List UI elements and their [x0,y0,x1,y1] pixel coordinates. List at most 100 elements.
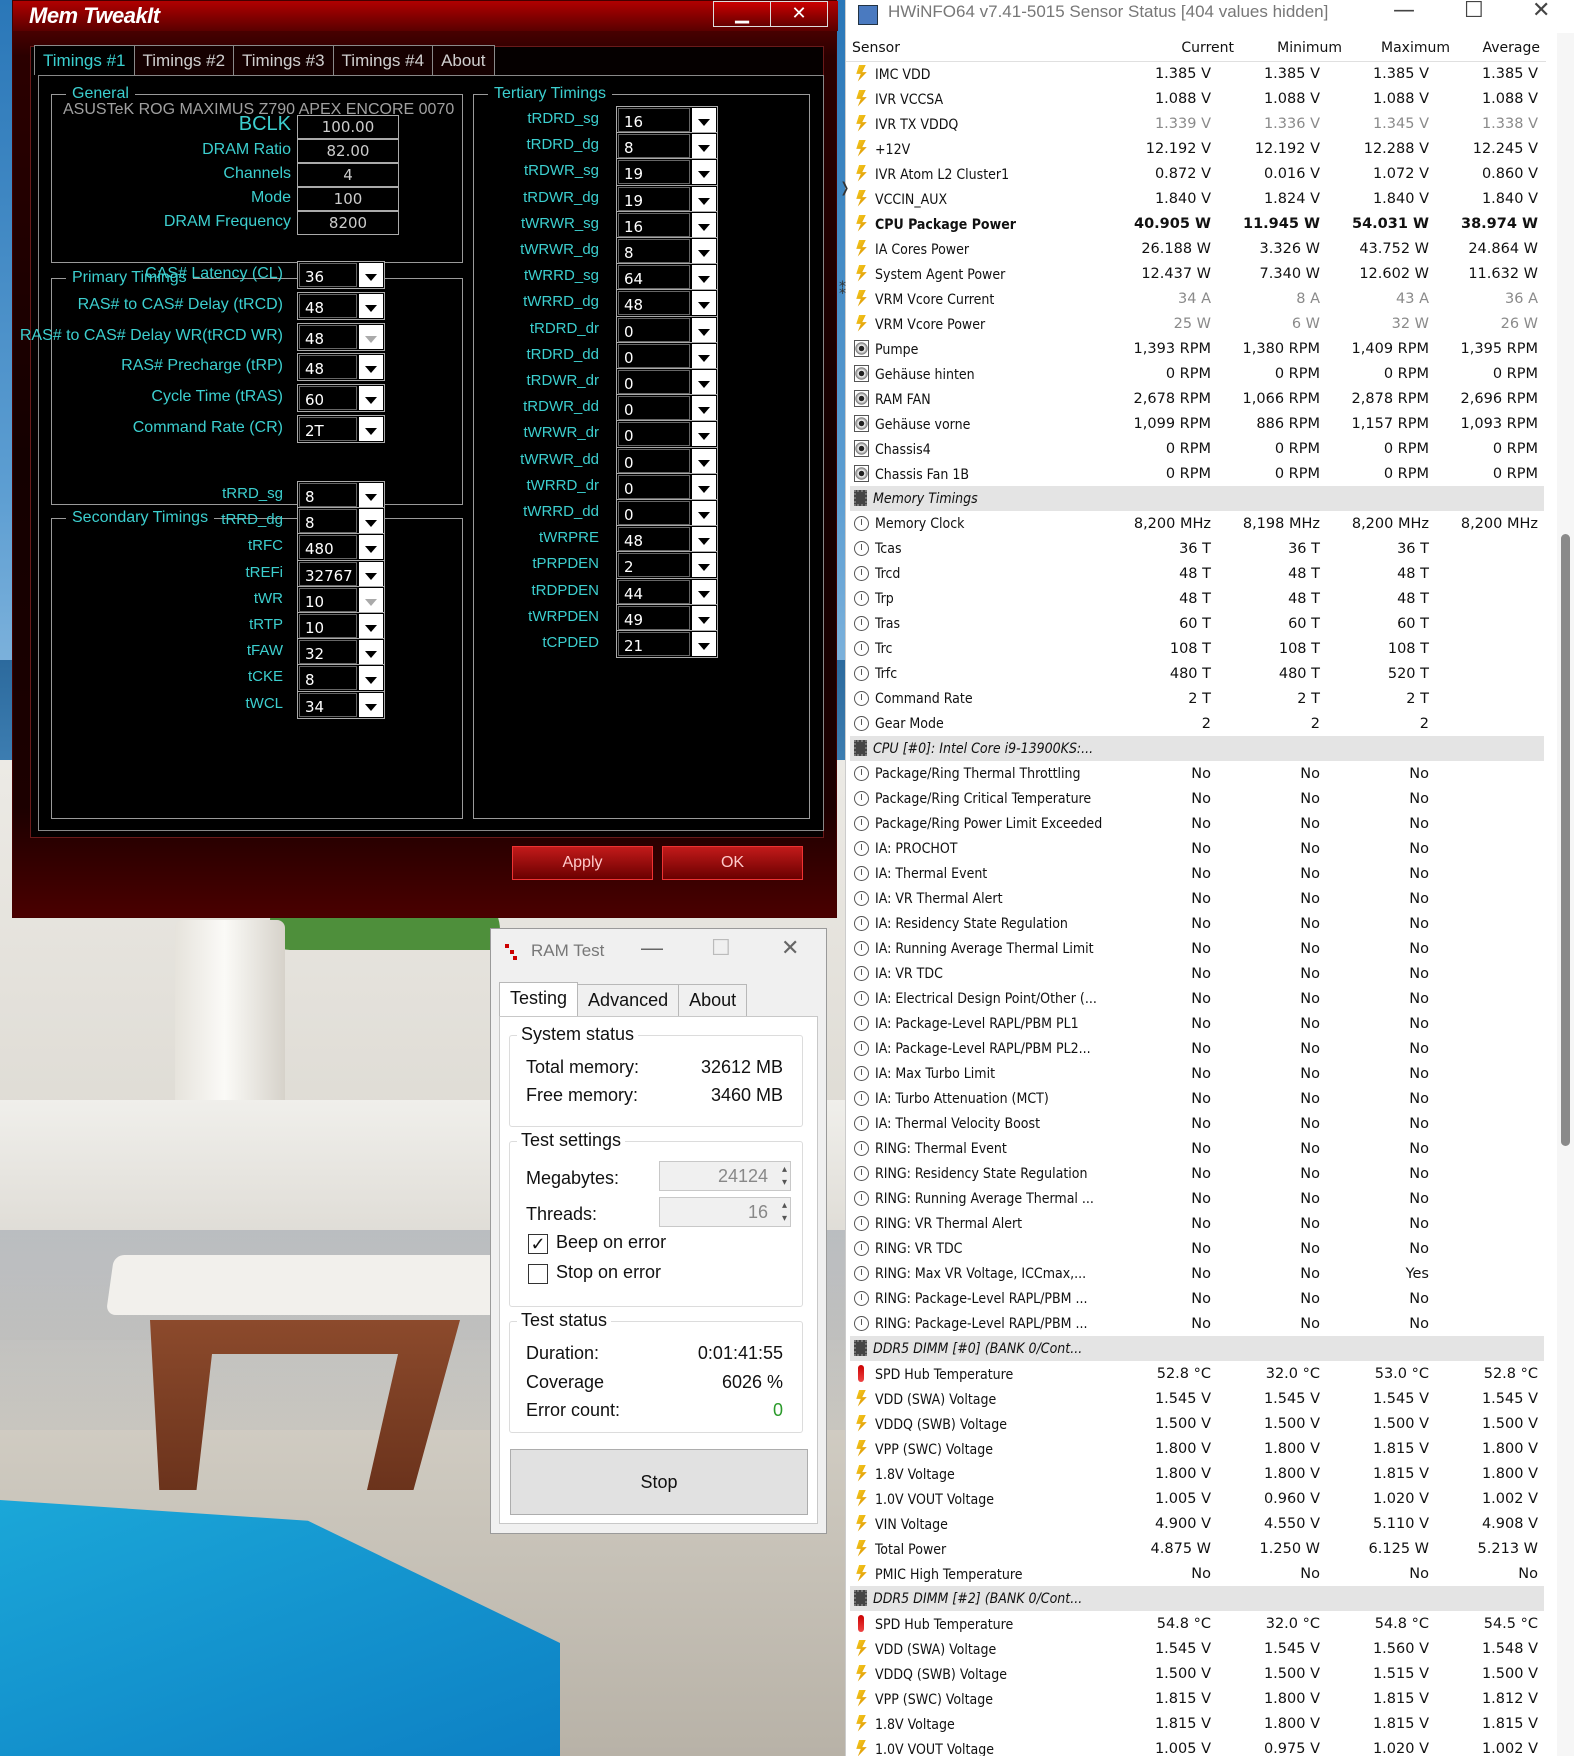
chevron-down-icon[interactable] [692,553,716,578]
chevron-down-icon[interactable] [692,370,716,394]
sensor-row[interactable]: CPU Package Power 40.905 W 11.945 W 54.031 … [850,211,1544,236]
chevron-down-icon[interactable] [692,108,716,132]
sensor-group-row[interactable]: Memory Timings [850,486,1544,511]
sensor-row[interactable]: VDDQ (SWB) Voltage 1.500 V 1.500 V 1.500 V 1… [850,1411,1544,1436]
col-current[interactable]: Current [1134,40,1234,56]
primary-timing-select[interactable]: 48 [297,353,385,382]
chevron-down-icon[interactable] [359,509,383,534]
chevron-down-icon[interactable] [359,324,383,349]
sensor-row[interactable]: +12V 12.192 V 12.192 V 12.288 V 12.245 V [850,136,1544,161]
sensor-row[interactable]: Pumpe 1,393 RPM 1,380 RPM 1,409 RPM 1,395 RP… [850,336,1544,361]
sensor-row[interactable]: VDD (SWA) Voltage 1.545 V 1.545 V 1.545 V 1.… [850,1386,1544,1411]
ok-button[interactable]: OK [662,846,803,880]
col-minimum[interactable]: Minimum [1242,40,1342,56]
sensor-row[interactable]: Tcas 36 T 36 T 36 T [850,536,1544,561]
close-button[interactable]: ✕ [781,935,799,961]
chevron-down-icon[interactable] [692,448,716,473]
chevron-down-icon[interactable] [359,417,383,441]
sensor-row[interactable]: RING: VR TDC No No No [850,1236,1544,1261]
sensor-row[interactable]: IA: Thermal Velocity Boost No No No [850,1111,1544,1136]
chevron-down-icon[interactable] [692,396,716,421]
tertiary-timing-select[interactable]: 0 [616,472,718,501]
sensor-row[interactable]: Gehäuse vorne 1,099 RPM 886 RPM 1,157 RPM 1,… [850,411,1544,436]
primary-timing-select[interactable]: 60 [297,384,385,413]
tertiary-timing-select[interactable]: 0 [616,394,718,423]
close-button[interactable]: ✕ [1532,0,1550,23]
sensor-row[interactable]: IA: Max Turbo Limit No No No [850,1061,1544,1086]
sensor-row[interactable]: RING: VR Thermal Alert No No No [850,1211,1544,1236]
sensor-row[interactable]: VPP (SWC) Voltage 1.815 V 1.800 V 1.815 V 1.… [850,1686,1544,1711]
chevron-down-icon[interactable] [359,666,383,691]
sensor-row[interactable]: RING: Package-Level RAPL/PBM ... No No No [850,1286,1544,1311]
tertiary-timing-select[interactable]: 0 [616,499,718,527]
stop-on-error-checkbox[interactable] [528,1264,548,1284]
minimize-button[interactable]: — [641,935,663,961]
chevron-down-icon[interactable] [692,527,716,552]
apply-button[interactable]: Apply [512,846,653,880]
sensor-row[interactable]: Chassis Fan 1B 0 RPM 0 RPM 0 RPM 0 RPM [850,461,1544,486]
sensor-row[interactable]: RING: Thermal Event No No No [850,1136,1544,1161]
beep-on-error-checkbox[interactable]: ✓ [528,1234,548,1254]
chevron-down-icon[interactable] [692,239,716,263]
chevron-down-icon[interactable] [359,692,383,717]
chevron-down-icon[interactable] [692,134,716,159]
sensor-row[interactable]: IA Cores Power 26.188 W 3.326 W 43.752 W 24.… [850,236,1544,261]
secondary-timing-select[interactable]: 8 [297,664,385,693]
chevron-down-icon[interactable] [359,614,383,638]
megabytes-spinner[interactable]: 24124 [659,1161,791,1191]
tab-about[interactable]: About [432,45,495,75]
tertiary-timing-select[interactable]: 48 [616,525,718,554]
sensor-row[interactable]: PMIC High Temperature No No No No [850,1561,1544,1586]
chevron-down-icon[interactable] [692,632,716,656]
chevron-down-icon[interactable] [359,263,383,287]
chevron-down-icon[interactable] [359,483,383,507]
primary-timing-select[interactable]: 2T [297,415,385,443]
sensor-row[interactable]: IA: VR TDC No No No [850,961,1544,986]
sensor-row[interactable]: VIN Voltage 4.900 V 4.550 V 5.110 V 4.908 V [850,1511,1544,1536]
sensor-row[interactable]: IMC VDD 1.385 V 1.385 V 1.385 V 1.385 V [850,61,1544,86]
sensor-row[interactable]: VRM Vcore Power 25 W 6 W 32 W 26 W [850,311,1544,336]
sensor-row[interactable]: RING: Residency State Regulation No No No [850,1161,1544,1186]
sensor-row[interactable]: Gehäuse hinten 0 RPM 0 RPM 0 RPM 0 RPM [850,361,1544,386]
tertiary-timing-select[interactable]: 19 [616,158,718,187]
sensor-row[interactable]: SPD Hub Temperature 54.8 °C 32.0 °C 54.8 °C… [850,1611,1544,1636]
secondary-timing-select[interactable]: 10 [297,585,385,614]
chevron-down-icon[interactable] [692,160,716,185]
sensor-row[interactable]: System Agent Power 12.437 W 7.340 W 12.602 … [850,261,1544,286]
minimize-button[interactable]: ▁ [713,1,771,27]
primary-timing-select[interactable]: 48 [297,291,385,320]
chevron-down-icon[interactable] [359,535,383,560]
chevron-down-icon[interactable] [692,501,716,525]
sensor-row[interactable]: RING: Package-Level RAPL/PBM ... No No No [850,1311,1544,1336]
chevron-down-icon[interactable] [692,605,716,630]
sensor-row[interactable]: IVR TX VDDQ 1.339 V 1.336 V 1.345 V 1.338 V [850,111,1544,136]
maximize-button[interactable]: ☐ [711,935,731,961]
close-button[interactable]: ✕ [770,1,828,27]
chevron-down-icon[interactable] [692,265,716,290]
chevron-down-icon[interactable] [359,293,383,318]
sensor-row[interactable]: 1.8V Voltage 1.815 V 1.800 V 1.815 V 1.815 V [850,1711,1544,1736]
sensor-row[interactable]: RAM FAN 2,678 RPM 1,066 RPM 2,878 RPM 2,696 … [850,386,1544,411]
col-maximum[interactable]: Maximum [1350,40,1450,56]
tertiary-timing-select[interactable]: 8 [616,237,718,265]
chevron-down-icon[interactable] [692,474,716,499]
sensor-row[interactable]: RING: Running Average Thermal ... No No No [850,1186,1544,1211]
sensor-group-row[interactable]: CPU [#0]: Intel Core i9-13900KS:... [850,736,1544,761]
sensor-row[interactable]: IA: VR Thermal Alert No No No [850,886,1544,911]
sensor-row[interactable]: SPD Hub Temperature 52.8 °C 32.0 °C 53.0 °C… [850,1361,1544,1386]
tertiary-timing-select[interactable]: 0 [616,341,718,370]
sensor-group-row[interactable]: DDR5 DIMM [#2] (BANK 0/Cont... [850,1586,1544,1611]
sensor-row[interactable]: IA: Turbo Attenuation (MCT) No No No [850,1086,1544,1111]
tertiary-timing-select[interactable]: 2 [616,551,718,580]
sensor-row[interactable]: IA: PROCHOT No No No [850,836,1544,861]
secondary-timing-select[interactable]: 8 [297,481,385,509]
sensor-row[interactable]: Chassis4 0 RPM 0 RPM 0 RPM 0 RPM [850,436,1544,461]
tertiary-timing-select[interactable]: 0 [616,446,718,475]
sensor-row[interactable]: VRM Vcore Current 34 A 8 A 43 A 36 A [850,286,1544,311]
sensor-row[interactable]: RING: Max VR Voltage, ICCmax,... No No Yes [850,1261,1544,1286]
chevron-down-icon[interactable] [692,212,716,237]
tertiary-timing-select[interactable]: 0 [616,368,718,396]
sensor-row[interactable]: Command Rate 2 T 2 T 2 T [850,686,1544,711]
chevron-down-icon[interactable] [359,587,383,612]
tab-advanced[interactable]: Advanced [577,984,680,1016]
